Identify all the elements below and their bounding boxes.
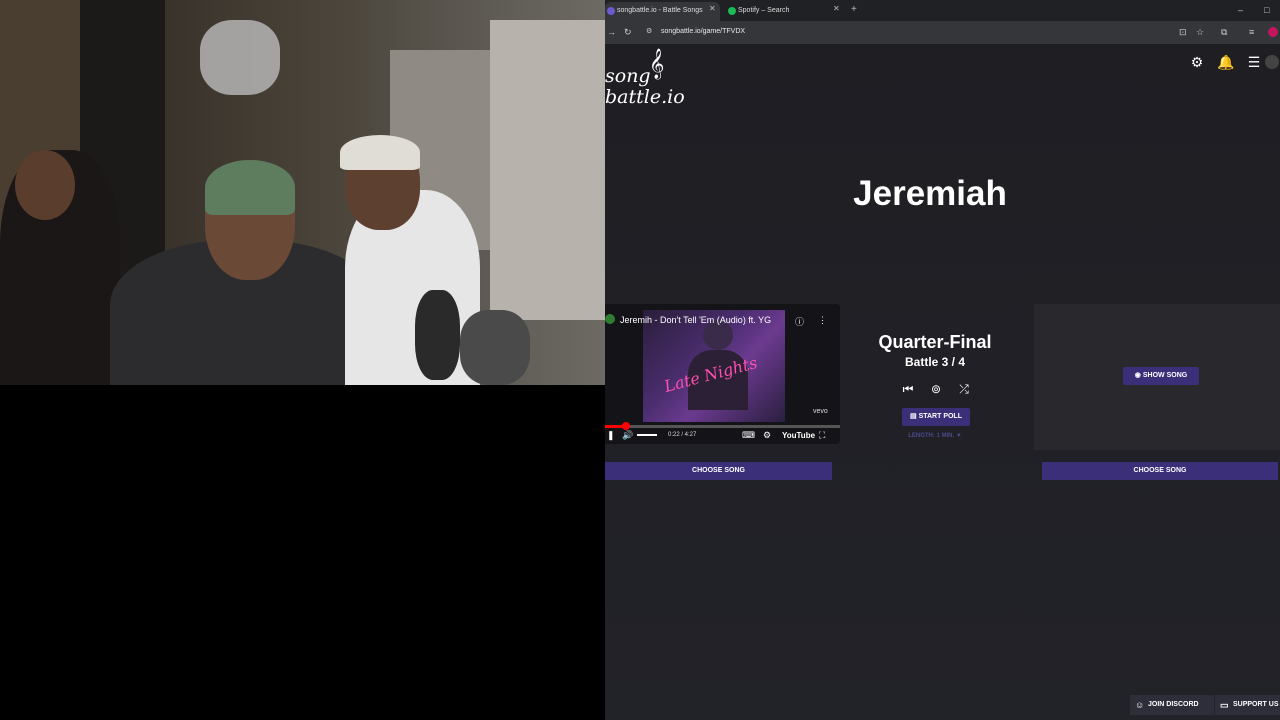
spotify-favicon-icon	[728, 7, 736, 15]
start-poll-button[interactable]: ▤ START POLL	[902, 408, 970, 426]
extensions-icon[interactable]: ⧉	[1221, 27, 1227, 38]
blank-area	[0, 385, 605, 720]
battle-counter: Battle 3 / 4	[904, 355, 966, 369]
close-icon[interactable]: ✕	[833, 4, 840, 13]
youtube-logo[interactable]: YouTube	[782, 431, 815, 440]
settings-gear-icon[interactable]: ⚙	[1189, 54, 1205, 70]
browser-window: songbattle.io - Battle Songs ✕ Spotify –…	[605, 0, 1280, 720]
pause-icon[interactable]: ❚	[607, 430, 615, 441]
webcam-feed	[0, 0, 605, 385]
more-options-icon[interactable]: ⋮	[818, 315, 827, 326]
notification-bell-icon[interactable]: 🔔	[1217, 54, 1234, 70]
logo-line2: battle.io	[605, 86, 685, 108]
maximize-icon[interactable]: □	[1264, 5, 1269, 15]
channel-avatar[interactable]	[605, 314, 615, 324]
volume-slider[interactable]	[637, 434, 657, 436]
logo-line1: song	[605, 65, 651, 87]
page-content: song battle.io 𝄞 ⚙ 🔔 ☰ Jeremiah Late Nig…	[605, 44, 1280, 720]
close-icon[interactable]: ✕	[709, 4, 716, 13]
vevo-watermark: vevo	[813, 408, 828, 415]
site-info-icon[interactable]: ⚙	[646, 27, 652, 35]
fullscreen-icon[interactable]: ⛶	[819, 430, 825, 441]
video-title[interactable]: Jeremih - Don't Tell 'Em (Audio) ft. YG	[620, 315, 771, 325]
previous-icon[interactable]: ⏮	[900, 382, 916, 398]
forward-icon[interactable]: →	[607, 27, 616, 37]
show-song-label: SHOW SONG	[1142, 372, 1188, 379]
new-tab-icon[interactable]: +	[851, 4, 857, 15]
eye-icon: ◉	[1134, 372, 1143, 379]
reload-icon[interactable]: ↻	[624, 27, 632, 38]
media-icon[interactable]: ≡	[1249, 27, 1254, 37]
user-avatar[interactable]	[1265, 55, 1279, 69]
round-title: Quarter-Final	[878, 332, 992, 352]
join-discord-label: JOIN DISCORD	[1148, 701, 1199, 708]
twitch-icon: ▭	[1220, 700, 1229, 710]
tab-spotify[interactable]: Spotify – Search	[726, 2, 841, 21]
album-art: Late Nights	[643, 310, 785, 422]
volume-icon[interactable]: 🔊	[622, 430, 633, 441]
progress-bar[interactable]	[605, 422, 840, 430]
saxophone-icon: 𝄞	[649, 49, 665, 79]
settings-icon[interactable]: ⚙	[763, 430, 771, 441]
address-bar: → ↻ ⚙ songbattle.io/game/TFVDX ⊡ ☆ ⧉ ≡	[605, 21, 1280, 44]
songbattle-favicon-icon	[607, 7, 615, 15]
support-us-button[interactable]: ▭ SUPPORT US	[1215, 695, 1280, 715]
start-poll-label: START POLL	[918, 413, 962, 420]
subtitles-icon[interactable]: ⌨	[742, 430, 755, 441]
tab-label: Spotify – Search	[738, 7, 790, 14]
menu-icon[interactable]: ☰	[1246, 54, 1262, 70]
choose-song-left-button[interactable]: CHOOSE SONG	[605, 462, 832, 480]
screen: songbattle.io - Battle Songs ✕ Spotify –…	[0, 0, 1280, 720]
progress-knob[interactable]	[622, 422, 631, 430]
discord-icon: ☺	[1135, 700, 1145, 710]
youtube-player[interactable]: Late Nights Jeremih - Don't Tell 'Em (Au…	[605, 304, 840, 444]
bookmark-star-icon[interactable]: ☆	[1196, 27, 1204, 38]
tab-songbattle[interactable]: songbattle.io - Battle Songs	[605, 2, 720, 21]
profile-avatar[interactable]	[1268, 27, 1278, 37]
info-icon[interactable]: ⓘ	[795, 315, 804, 328]
poll-icon: ▤	[910, 413, 919, 420]
song-title: Jeremiah	[853, 174, 1007, 213]
join-discord-button[interactable]: ☺ JOIN DISCORD	[1130, 695, 1214, 715]
download-icon[interactable]: ⊚	[928, 382, 944, 398]
shuffle-icon[interactable]: ⤮	[956, 382, 972, 398]
show-song-button[interactable]: ◉ SHOW SONG	[1123, 367, 1199, 385]
tab-label: songbattle.io - Battle Songs	[617, 7, 703, 14]
length-select[interactable]: LENGTH: 1 MIN. ▼	[895, 433, 975, 439]
support-us-label: SUPPORT US	[1233, 701, 1279, 708]
video-time: 0:22 / 4:27	[668, 432, 697, 438]
songbattle-logo[interactable]: song battle.io 𝄞	[605, 49, 690, 112]
minimize-icon[interactable]: –	[1238, 5, 1243, 15]
install-icon[interactable]: ⊡	[1179, 27, 1187, 38]
choose-song-right-button[interactable]: CHOOSE SONG	[1042, 462, 1278, 480]
tab-bar: songbattle.io - Battle Songs ✕ Spotify –…	[605, 0, 1280, 21]
url-field[interactable]: songbattle.io/game/TFVDX	[661, 28, 745, 35]
